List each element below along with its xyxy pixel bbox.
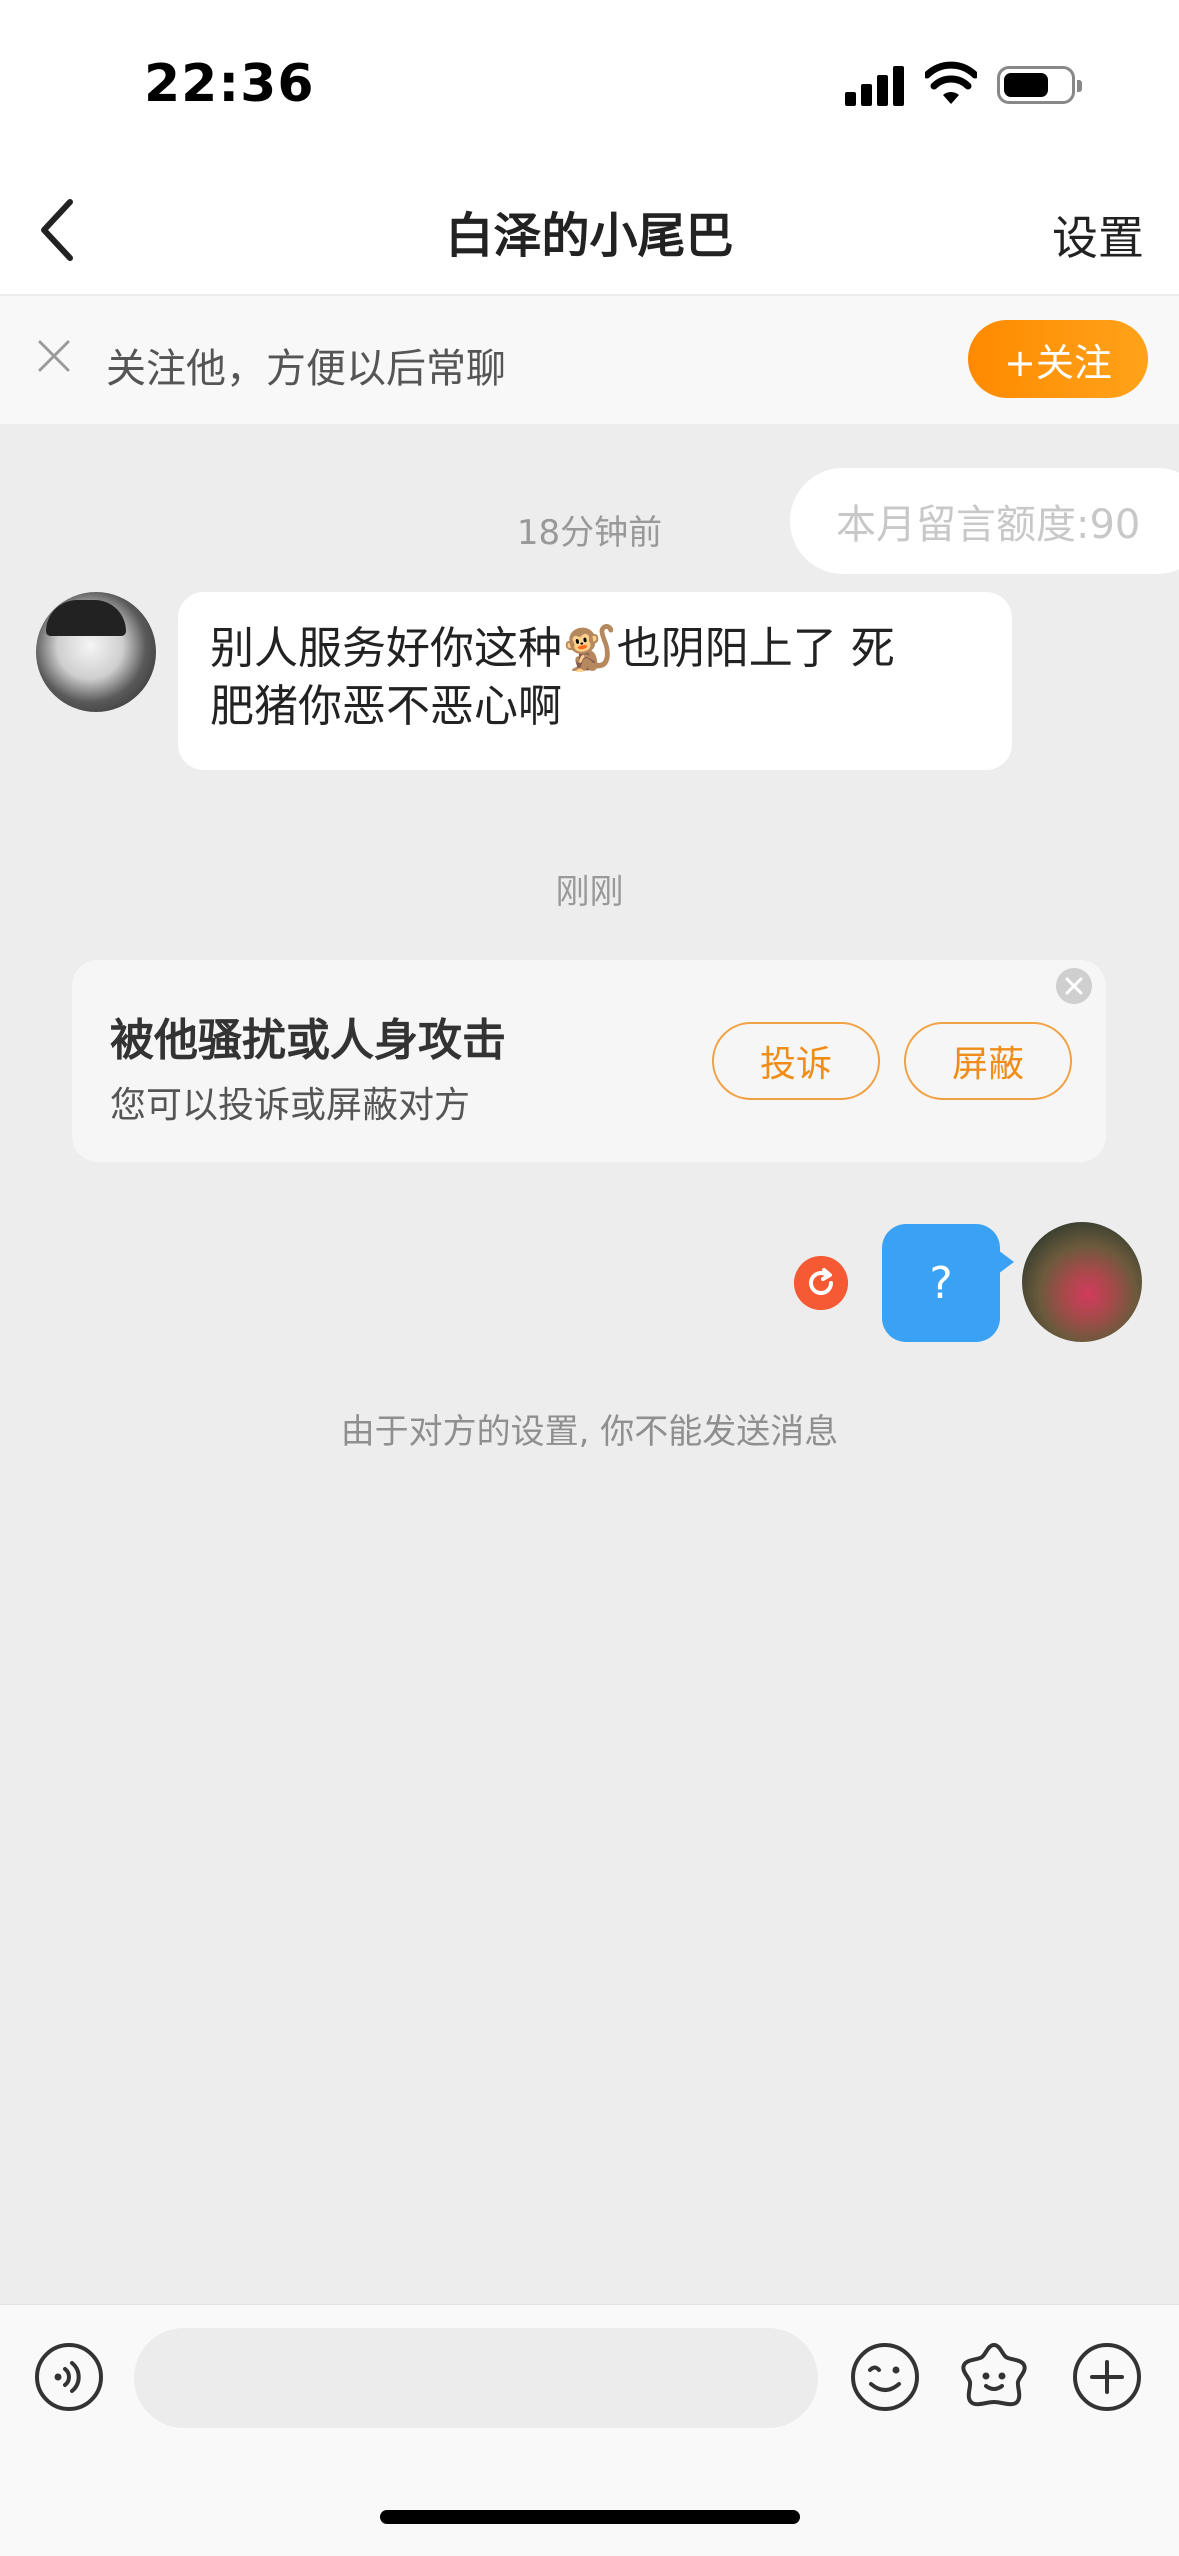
- follow-button[interactable]: +关注: [968, 320, 1148, 398]
- follow-hint-text: 关注他，方便以后常聊: [106, 346, 506, 392]
- timestamp: 18分钟前: [516, 513, 663, 553]
- outgoing-message[interactable]: ?: [882, 1224, 1014, 1342]
- home-indicator[interactable]: [380, 2510, 800, 2524]
- settings-button[interactable]: 设置: [1052, 202, 1144, 268]
- wifi-icon: [925, 61, 977, 104]
- avatar-other-user[interactable]: [36, 592, 156, 712]
- report-card-title: 被他骚扰或人身攻击: [110, 1015, 506, 1066]
- close-icon[interactable]: [34, 336, 74, 376]
- status-time: 22:36: [144, 54, 315, 114]
- block-button[interactable]: 屏蔽: [904, 1022, 1072, 1100]
- plus-icon[interactable]: [1072, 2342, 1142, 2412]
- battery-icon: [997, 66, 1082, 104]
- report-card-subtitle: 您可以投诉或屏蔽对方: [110, 1085, 471, 1126]
- avatar-self[interactable]: [1022, 1222, 1142, 1342]
- retry-icon[interactable]: [794, 1256, 848, 1310]
- voice-icon[interactable]: [34, 2342, 104, 2412]
- signal-icon: [845, 64, 905, 106]
- complain-button[interactable]: 投诉: [712, 1022, 880, 1100]
- card-close-icon[interactable]: [1056, 968, 1092, 1004]
- incoming-message[interactable]: 别人服务好你这种🐒也阴阳上了 死 肥猪你恶不恶心啊: [178, 592, 1012, 770]
- page-title: 白泽的小尾巴: [445, 208, 734, 264]
- system-notice: 由于对方的设置, 你不能发送消息: [340, 1412, 839, 1452]
- emoji-icon[interactable]: [850, 2342, 920, 2412]
- timestamp: 刚刚: [555, 872, 624, 912]
- incoming-message-line: 肥猪你恶不恶心啊: [210, 681, 562, 732]
- sticker-icon[interactable]: [958, 2340, 1030, 2412]
- incoming-message-line: 别人服务好你这种🐒也阴阳上了 死: [210, 623, 895, 674]
- message-input[interactable]: [134, 2328, 818, 2428]
- outgoing-message-text: ?: [929, 1257, 953, 1309]
